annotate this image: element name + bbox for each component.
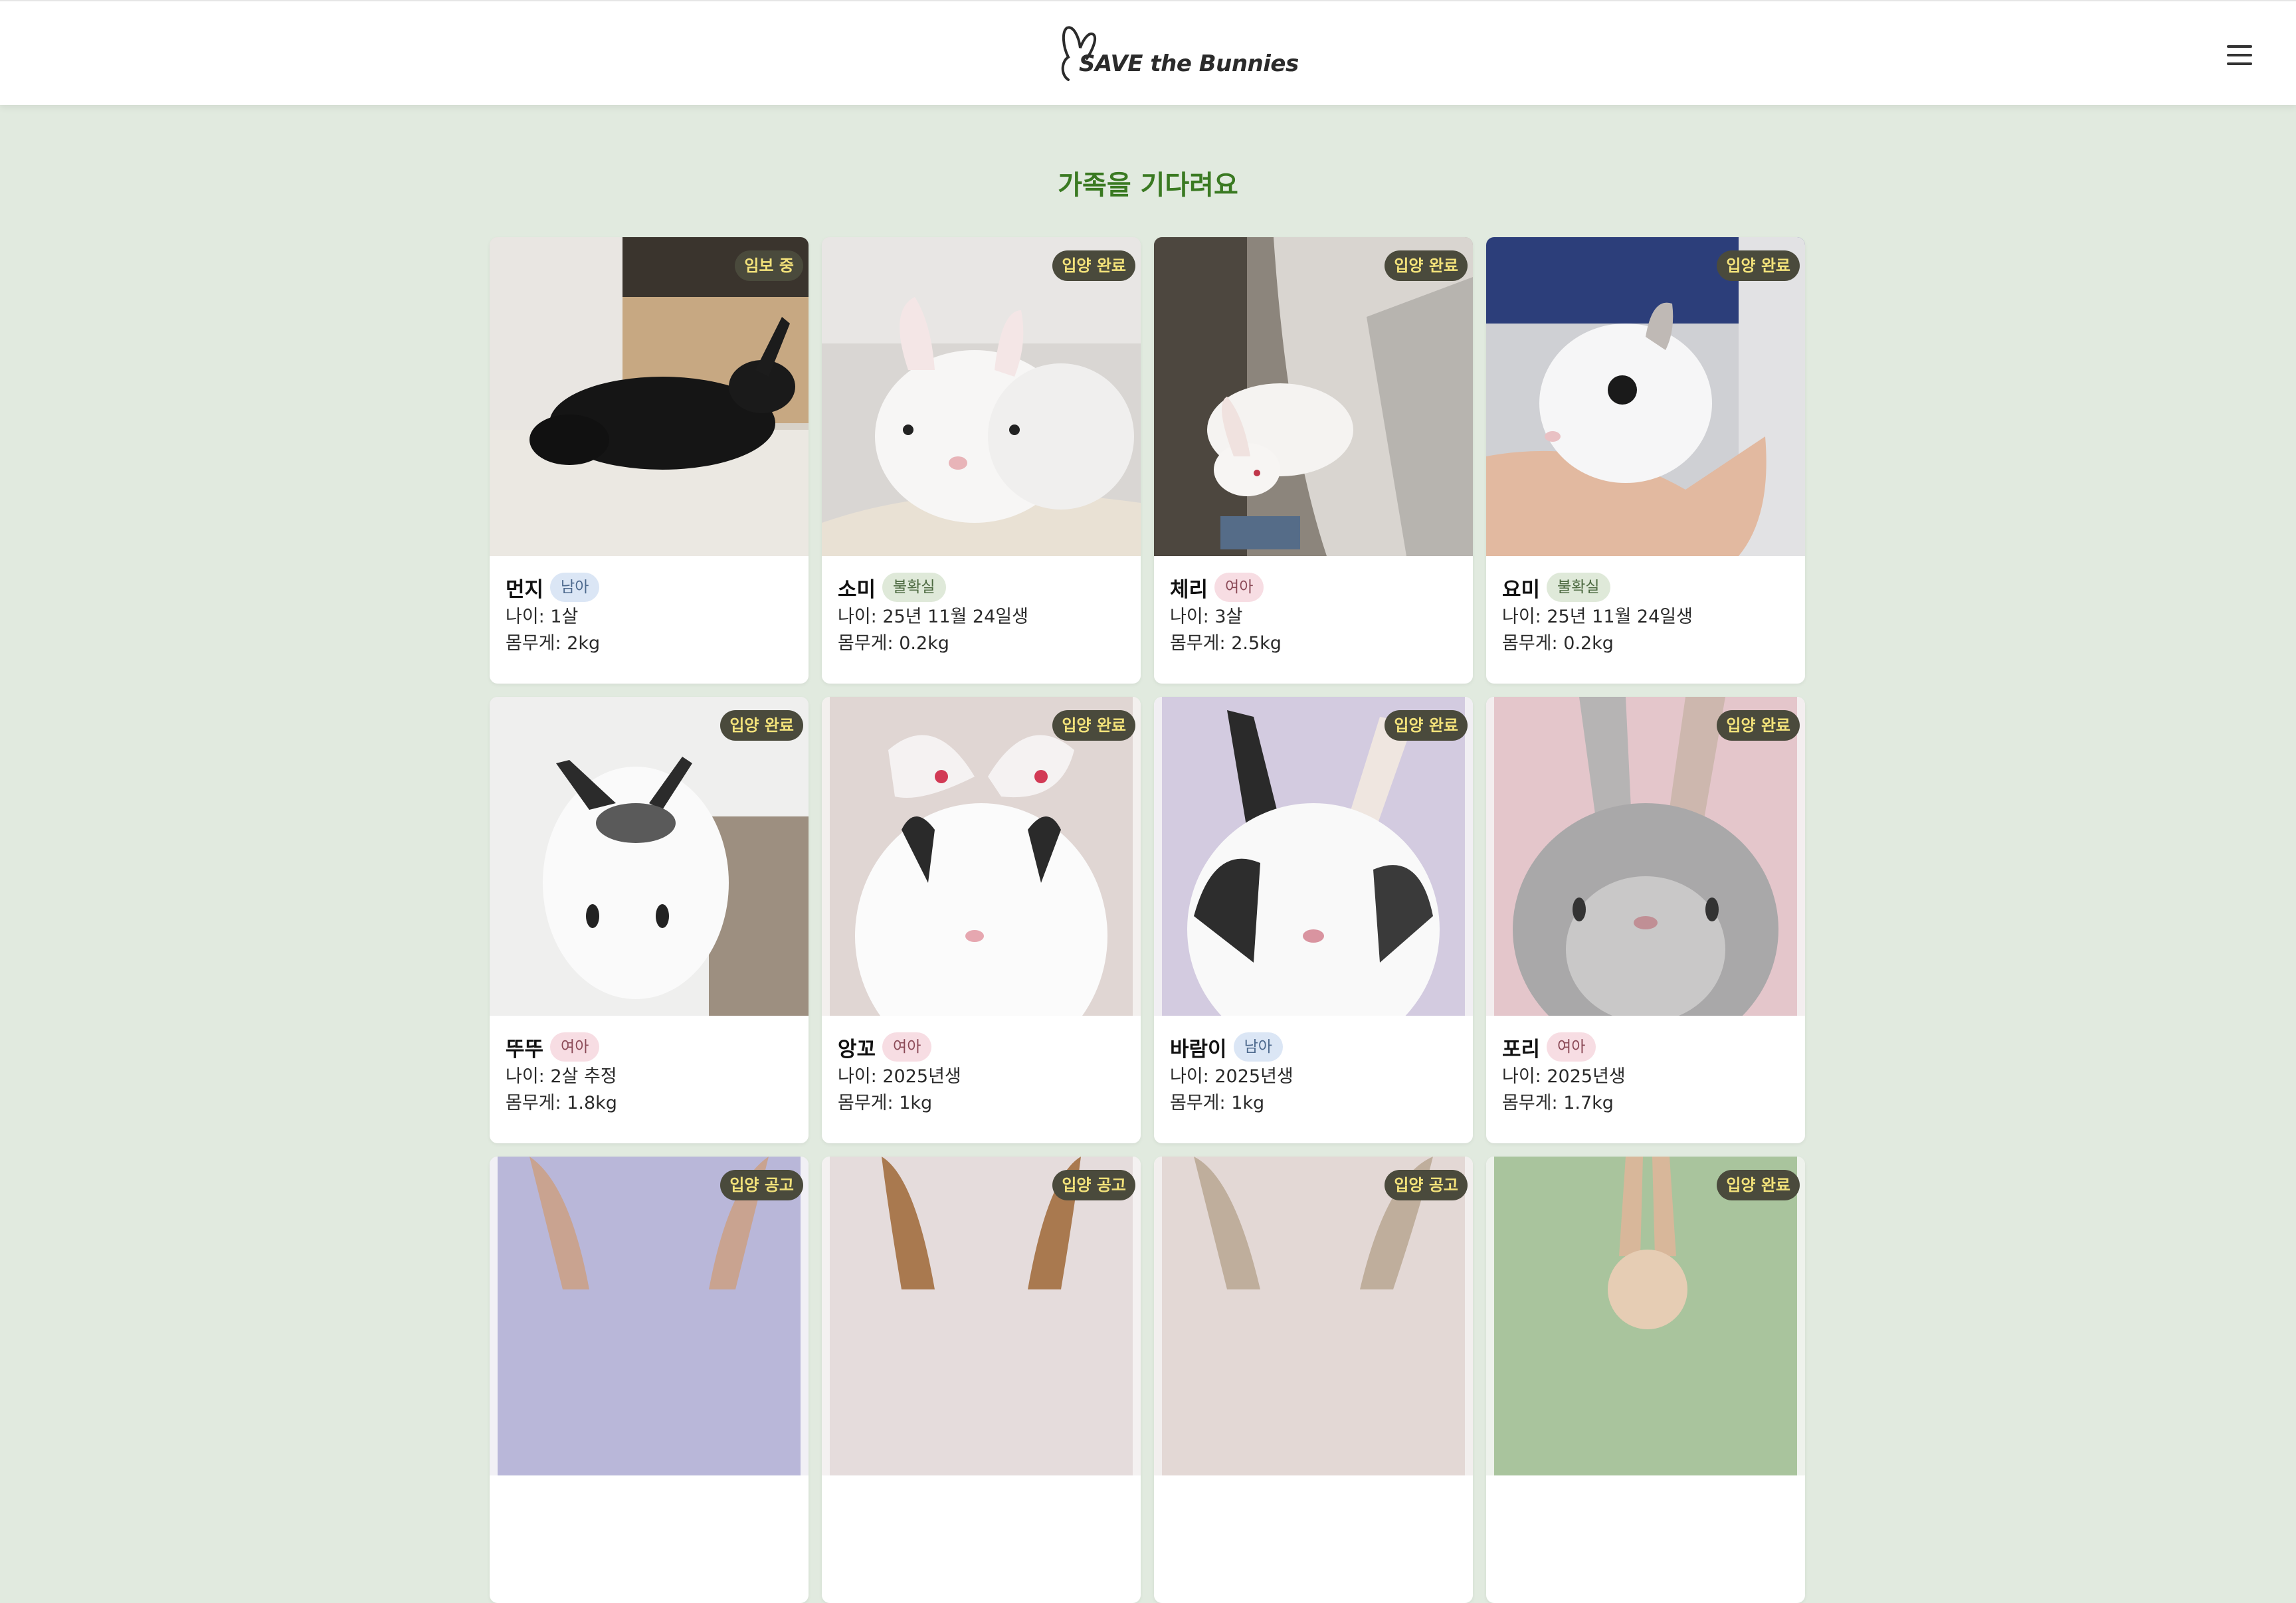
bunny-card[interactable]: 입양 완료 — [1486, 1157, 1805, 1603]
bunny-weight: 몸무게: 2kg — [506, 633, 601, 654]
bunny-photo: 입양 완료 — [1154, 237, 1473, 556]
status-badge: 입양 완료 — [1385, 710, 1468, 741]
bunny-age: 나이: 2025년생 — [1502, 1066, 1626, 1087]
bunny-age: 나이: 25년 11월 24일생 — [1502, 607, 1693, 627]
bunny-photo: 입양 완료 — [1486, 697, 1805, 1016]
status-badge: 입양 완료 — [1052, 250, 1135, 281]
gender-tag: 여아 — [1214, 573, 1264, 602]
bunny-card[interactable]: 입양 완료 체리 여아 나이: 3살 몸무게: 2.5kg — [1154, 237, 1473, 684]
bunny-age: 나이: 2025년생 — [838, 1066, 961, 1087]
bunny-weight: 몸무게: 1.7kg — [1502, 1093, 1614, 1113]
bunny-photo: 입양 완료 — [1154, 697, 1473, 1016]
top-navigation-bar: SAVE the Bunnies — [0, 0, 2296, 105]
bunny-weight: 몸무게: 0.2kg — [838, 633, 949, 654]
bunny-age: 나이: 3살 — [1170, 607, 1243, 627]
bunny-weight: 몸무게: 1kg — [838, 1093, 933, 1113]
logo-text: SAVE the Bunnies — [1079, 50, 1299, 77]
status-badge: 입양 공고 — [1385, 1170, 1468, 1200]
bunny-age: 나이: 2025년생 — [1170, 1066, 1293, 1087]
status-badge: 입양 완료 — [1717, 1170, 1800, 1200]
bunny-card[interactable]: 입양 공고 — [822, 1157, 1141, 1603]
status-badge: 입양 완료 — [1717, 250, 1800, 281]
bunny-weight: 몸무게: 1.8kg — [506, 1093, 617, 1113]
bunny-weight: 몸무게: 1kg — [1170, 1093, 1265, 1113]
bunny-name: 체리 — [1170, 577, 1208, 602]
gender-tag: 여아 — [550, 1032, 600, 1062]
status-badge: 입양 완료 — [720, 710, 803, 741]
bunny-photo: 입양 완료 — [1486, 1157, 1805, 1475]
bunny-name: 먼지 — [506, 577, 544, 602]
bunny-card[interactable]: 입양 완료 포리 여아 나이: 2025년생 몸무게: 1.7kg — [1486, 697, 1805, 1143]
gender-tag: 불확실 — [1547, 573, 1610, 602]
bunny-photo: 입양 완료 — [822, 697, 1141, 1016]
hamburger-menu-button[interactable] — [2226, 43, 2255, 68]
status-badge: 입양 공고 — [1052, 1170, 1135, 1200]
gender-tag: 남아 — [550, 573, 600, 602]
gender-tag: 여아 — [882, 1032, 932, 1062]
bunny-name: 포리 — [1502, 1037, 1541, 1062]
bunny-age: 나이: 25년 11월 24일생 — [838, 607, 1028, 627]
gender-tag: 남아 — [1233, 1032, 1283, 1062]
status-badge: 입양 완료 — [1717, 710, 1800, 741]
bunny-card-grid: 임보 중 먼지 남아 나이: 1살 몸무게: 2kg 입양 완료 소미 불확실 … — [490, 237, 1818, 1603]
bunny-card[interactable]: 입양 완료 소미 불확실 나이: 25년 11월 24일생 몸무게: 0.2kg — [822, 237, 1141, 684]
status-badge: 입양 완료 — [1385, 250, 1468, 281]
bunny-name: 앙꼬 — [838, 1037, 876, 1062]
bunny-name: 소미 — [838, 577, 876, 602]
gender-tag: 여아 — [1547, 1032, 1596, 1062]
bunny-weight: 몸무게: 0.2kg — [1502, 633, 1614, 654]
status-badge: 입양 완료 — [1052, 710, 1135, 741]
bunny-card[interactable]: 입양 완료 바람이 남아 나이: 2025년생 몸무게: 1kg — [1154, 697, 1473, 1143]
status-badge: 임보 중 — [735, 250, 803, 281]
bunny-name: 요미 — [1502, 577, 1541, 602]
bunny-photo: 입양 완료 — [490, 697, 809, 1016]
bunny-photo: 입양 공고 — [822, 1157, 1141, 1475]
bunny-card[interactable]: 입양 완료 앙꼬 여아 나이: 2025년생 몸무게: 1kg — [822, 697, 1141, 1143]
bunny-name: 뚜뚜 — [506, 1037, 544, 1062]
gender-tag: 불확실 — [882, 573, 946, 602]
bunny-age: 나이: 2살 추정 — [506, 1066, 617, 1087]
bunny-photo: 입양 완료 — [1486, 237, 1805, 556]
bunny-card[interactable]: 입양 완료 요미 불확실 나이: 25년 11월 24일생 몸무게: 0.2kg — [1486, 237, 1805, 684]
bunny-age: 나이: 1살 — [506, 607, 579, 627]
bunny-card[interactable]: 임보 중 먼지 남아 나이: 1살 몸무게: 2kg — [490, 237, 809, 684]
bunny-photo: 임보 중 — [490, 237, 809, 556]
bunny-photo: 입양 공고 — [1154, 1157, 1473, 1475]
page-title: 가족을 기다려요 — [1058, 170, 1238, 201]
bunny-photo: 입양 공고 — [490, 1157, 809, 1475]
status-badge: 입양 공고 — [720, 1170, 803, 1200]
bunny-name: 바람이 — [1170, 1037, 1227, 1062]
bunny-photo: 입양 완료 — [822, 237, 1141, 556]
bunny-weight: 몸무게: 2.5kg — [1170, 633, 1282, 654]
site-logo[interactable]: SAVE the Bunnies — [1059, 25, 1299, 86]
bunny-card[interactable]: 입양 공고 — [1154, 1157, 1473, 1603]
bunny-card[interactable]: 입양 완료 뚜뚜 여아 나이: 2살 추정 몸무게: 1.8kg — [490, 697, 809, 1143]
bunny-card[interactable]: 입양 공고 — [490, 1157, 809, 1603]
